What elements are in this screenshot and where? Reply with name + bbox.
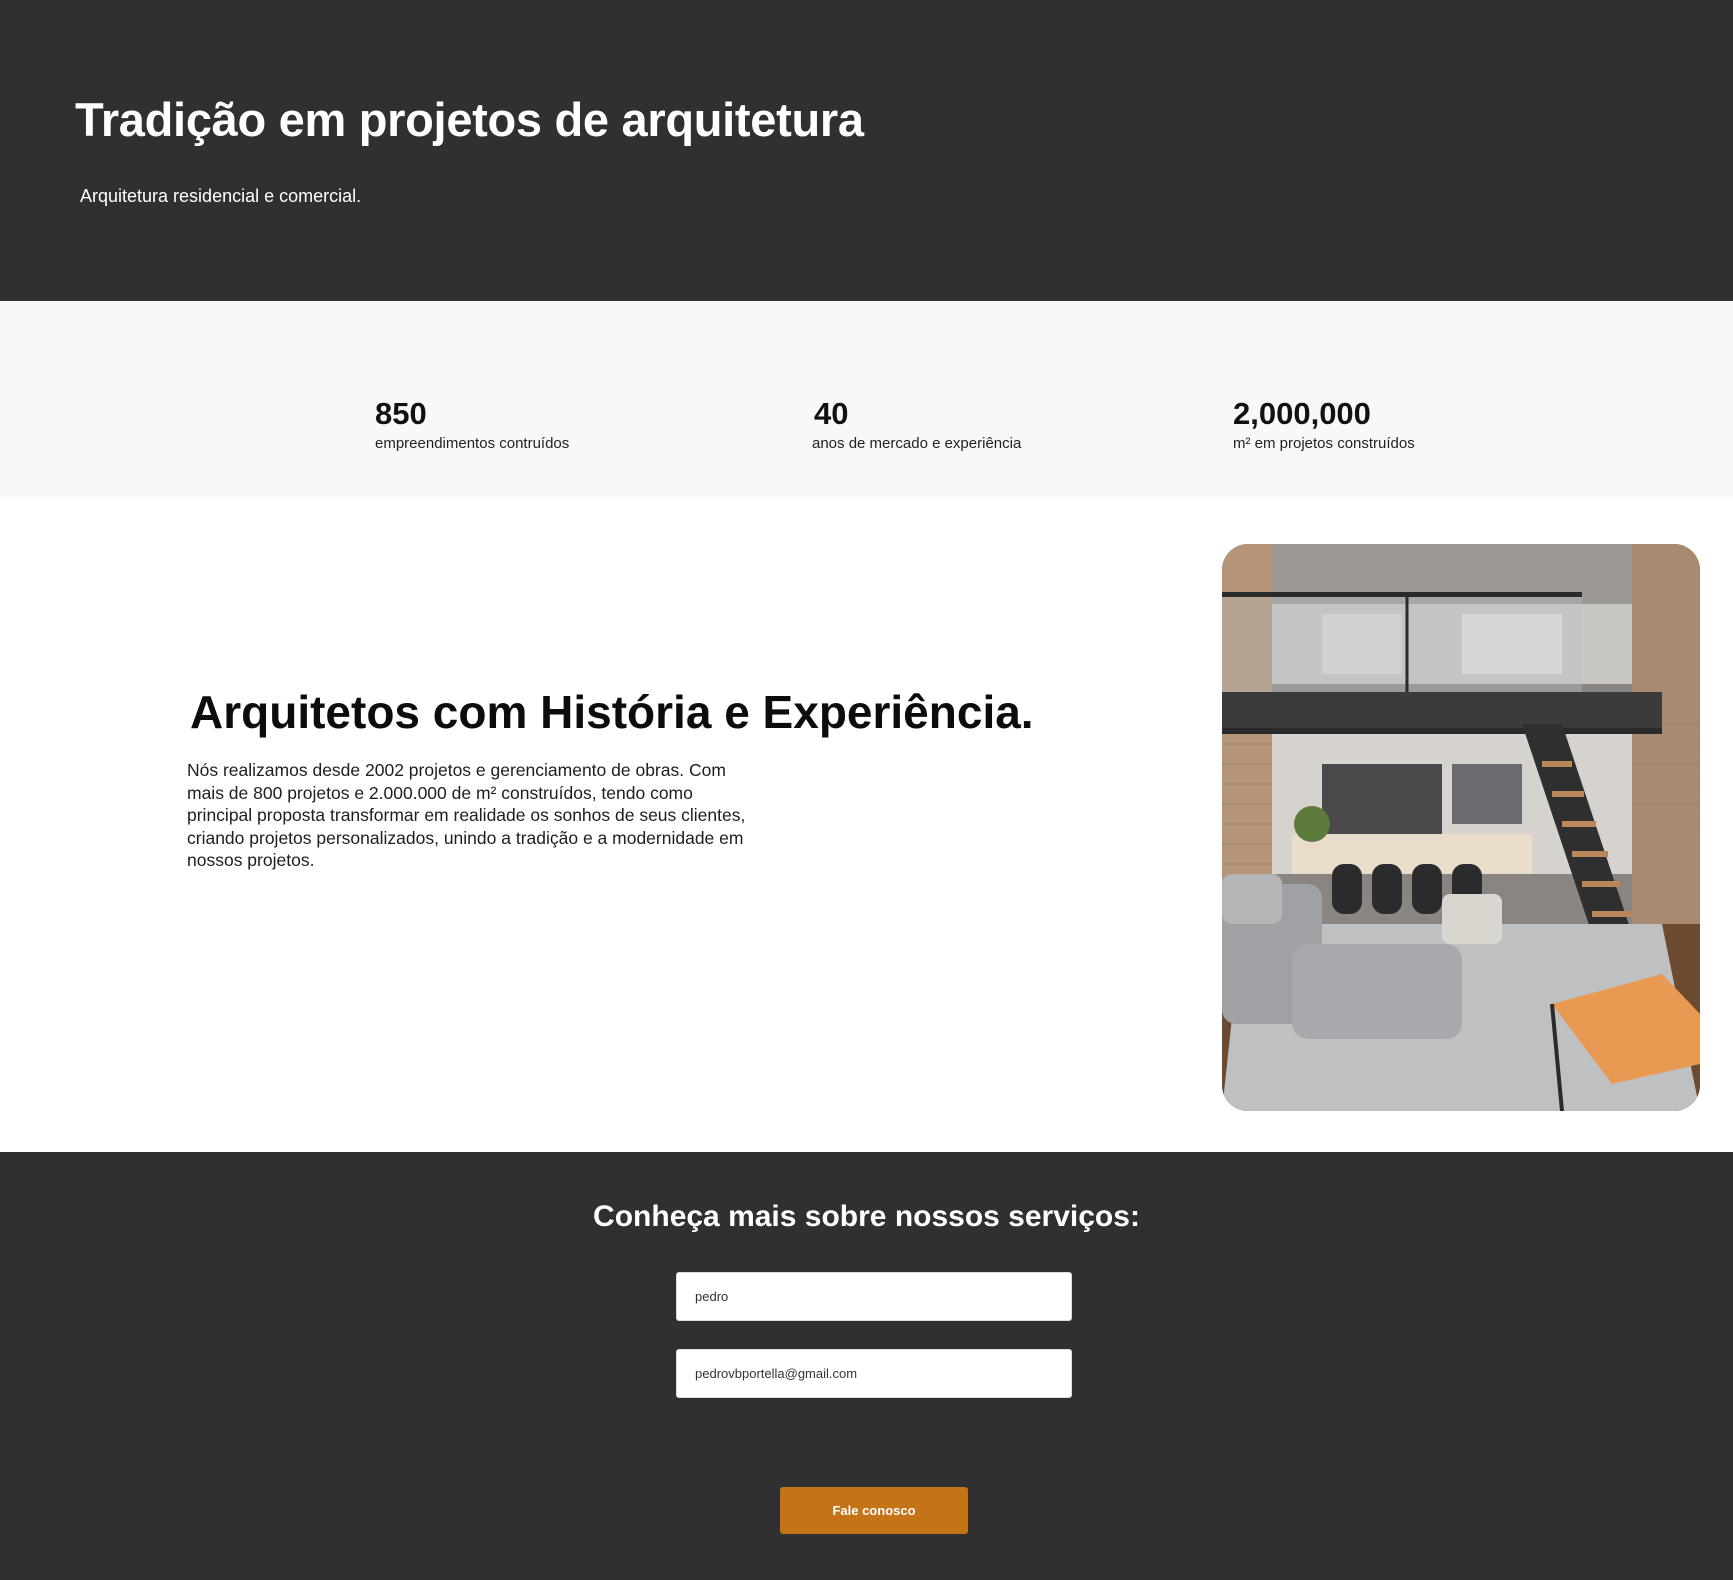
- hero-subtitle: Arquitetura residencial e comercial.: [80, 186, 362, 206]
- contact-heading: Conheça mais sobre nossos serviços:: [593, 1200, 1140, 1233]
- about-heading: Arquitetos com História e Experiência.: [190, 686, 1034, 738]
- stat-label: m² em projetos construídos: [1233, 435, 1415, 452]
- hero-title: Tradição em projetos de arquitetura: [75, 93, 864, 146]
- stat-label: anos de mercado e experiência: [812, 435, 1022, 452]
- interior-loft-illustration: [1222, 544, 1700, 1111]
- stats-section: 850 empreendimentos contruídos 40 anos d…: [0, 301, 1733, 497]
- name-input[interactable]: [676, 1272, 1072, 1321]
- stat-area: 2,000,000 m² em projetos construídos: [1233, 395, 1415, 452]
- stat-value: 850: [375, 396, 427, 431]
- stat-value: 2,000,000: [1233, 396, 1371, 431]
- stat-label: empreendimentos contruídos: [375, 435, 570, 452]
- about-text: Nós realizamos desde 2002 projetos e ger…: [187, 760, 746, 870]
- interior-loft-photo: [1222, 544, 1700, 1111]
- contact-submit-button[interactable]: Fale conosco: [780, 1487, 968, 1534]
- hero-section: Tradição em projetos de arquitetura Arqu…: [0, 0, 1733, 301]
- contact-section: Conheça mais sobre nossos serviços: Fale…: [0, 1152, 1733, 1580]
- stat-years: 40 anos de mercado e experiência: [812, 395, 1021, 452]
- stat-value: 40: [814, 396, 849, 431]
- stat-projects: 850 empreendimentos contruídos: [375, 395, 569, 452]
- email-input[interactable]: [676, 1349, 1072, 1398]
- about-section: Arquitetos com História e Experiência. N…: [0, 497, 1733, 1152]
